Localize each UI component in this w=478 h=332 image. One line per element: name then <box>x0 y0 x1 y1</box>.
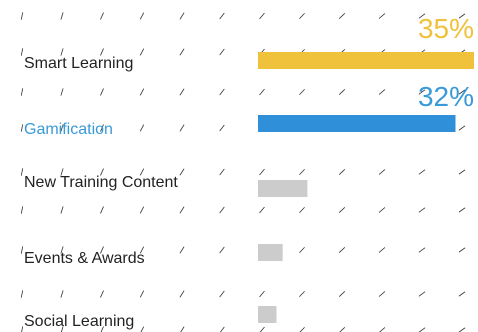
bar-smart-learning <box>258 52 474 69</box>
pattern-dash <box>179 246 185 254</box>
pattern-dash <box>20 246 24 254</box>
pattern-dash <box>418 247 426 253</box>
pattern-dash <box>458 207 466 213</box>
value-label: 32% <box>418 81 474 112</box>
pattern-dash <box>20 48 24 56</box>
category-label: Gamification <box>24 121 113 138</box>
pattern-dash <box>179 290 185 298</box>
pattern-dash <box>378 207 386 213</box>
bar-new-training-content <box>258 180 308 197</box>
pattern-dash <box>140 326 145 332</box>
pattern-dash <box>139 88 145 96</box>
pattern-dash <box>100 206 104 214</box>
pattern-dash <box>179 88 185 96</box>
pattern-dash <box>418 169 426 175</box>
pattern-dash <box>20 88 24 96</box>
pattern-dash <box>299 327 305 332</box>
pattern-dash <box>139 124 145 132</box>
category-label: Events & Awards <box>24 250 145 267</box>
pattern-dash <box>458 125 466 131</box>
pattern-dash <box>378 291 386 297</box>
pattern-dash <box>378 247 386 253</box>
pattern-dash <box>259 290 265 298</box>
bar-chart: Smart Learning Gamification New Training C… <box>20 12 474 332</box>
pattern-dash <box>139 48 145 56</box>
pattern-dash <box>259 88 265 96</box>
pattern-dash <box>219 326 225 332</box>
pattern-dash <box>179 206 185 214</box>
pattern-dash <box>139 206 145 214</box>
bar-gamification <box>258 115 456 132</box>
pattern-dash <box>20 206 24 214</box>
pattern-dash <box>219 246 225 254</box>
pattern-dash <box>299 207 305 213</box>
pattern-dash <box>378 169 386 175</box>
pattern-dash <box>219 12 225 20</box>
pattern-dash <box>259 12 265 20</box>
pattern-dash <box>338 13 346 19</box>
pattern-dash <box>299 13 305 19</box>
pattern-dash <box>139 290 145 298</box>
pattern-dash <box>179 48 185 56</box>
pattern-dash <box>100 88 104 96</box>
pattern-dash <box>219 124 225 132</box>
pattern-dash <box>259 168 265 176</box>
pattern-dash <box>338 207 346 213</box>
pattern-dash <box>20 124 24 132</box>
category-label: New Training Content <box>24 174 178 191</box>
pattern-dash <box>338 247 346 253</box>
pattern-dash <box>299 247 305 253</box>
pattern-dash <box>379 327 386 332</box>
pattern-dash <box>60 88 64 96</box>
pattern-dash <box>20 168 24 176</box>
pattern-dash <box>100 12 104 20</box>
pattern-dash <box>339 327 346 332</box>
pattern-dash <box>259 206 265 214</box>
pattern-dash <box>458 247 466 253</box>
pattern-dash <box>60 290 64 298</box>
pattern-dash <box>338 89 346 95</box>
pattern-dash <box>338 169 346 175</box>
pattern-dash <box>60 206 64 214</box>
category-labels-group: Smart Learning Gamification New Training C… <box>24 55 178 330</box>
pattern-dash <box>378 89 386 95</box>
pattern-dash <box>418 207 426 213</box>
pattern-dash <box>20 12 24 20</box>
bar-events-awards <box>258 244 283 261</box>
pattern-dash <box>219 206 225 214</box>
pattern-dash <box>458 291 466 297</box>
pattern-dash <box>458 169 466 175</box>
value-label: 35% <box>418 13 474 44</box>
pattern-dash <box>219 168 225 176</box>
pattern-dash <box>219 88 225 96</box>
pattern-dash <box>100 290 104 298</box>
pattern-dash <box>180 326 185 332</box>
pattern-dash <box>219 48 225 56</box>
pattern-dash <box>338 291 346 297</box>
pattern-dash <box>299 169 305 175</box>
pattern-dash <box>378 13 386 19</box>
pattern-dash <box>259 326 265 332</box>
pattern-dash <box>219 290 225 298</box>
pattern-dash <box>299 89 305 95</box>
bar-social-learning <box>258 306 277 323</box>
pattern-dash <box>179 124 185 132</box>
pattern-dash <box>60 12 64 20</box>
pattern-dash <box>299 291 305 297</box>
category-label: Smart Learning <box>24 55 133 72</box>
pattern-dash <box>418 291 426 297</box>
pattern-dash <box>139 12 145 20</box>
pattern-dash <box>179 12 185 20</box>
category-label: Social Learning <box>24 313 134 330</box>
pattern-dash <box>21 326 24 332</box>
chart-container: Smart Learning Gamification New Training C… <box>0 0 478 332</box>
pattern-dash <box>20 290 24 298</box>
pattern-dash <box>458 327 466 332</box>
pattern-dash <box>418 327 426 332</box>
pattern-dash <box>179 168 185 176</box>
